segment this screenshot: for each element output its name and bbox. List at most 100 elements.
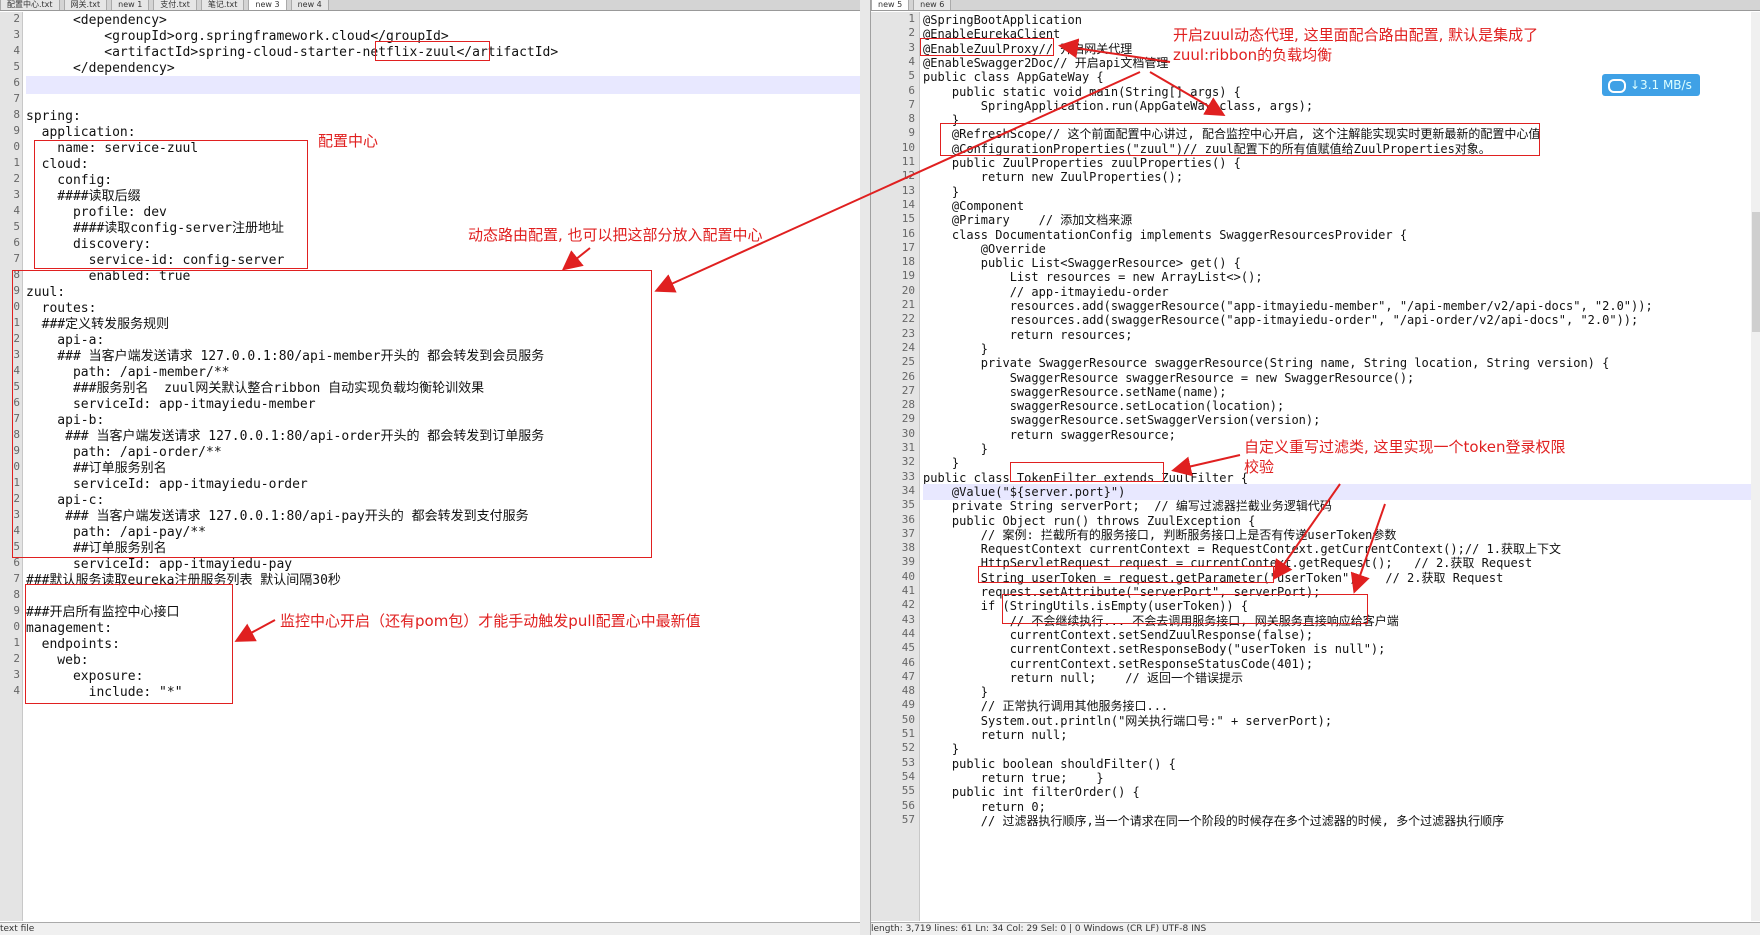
line-number: 31 — [901, 441, 915, 454]
annotation-zuul-proxy-line1: 开启zuul动态代理, 这里面配合路由配置, 默认是集成了 — [1173, 26, 1539, 44]
line-number: 20 — [901, 283, 915, 297]
left-status-text: text file — [0, 924, 35, 934]
speed-text: ↓3.1 MB/s — [1630, 78, 1692, 92]
line-number: 0 — [13, 620, 20, 633]
line-number: 38 — [901, 541, 915, 555]
line-number: 34 — [901, 483, 915, 497]
current-line-highlight — [26, 76, 860, 94]
line-number: 0 — [13, 140, 20, 153]
line-number: 3 — [13, 668, 20, 681]
code-line[interactable]: SpringApplication.run(AppGateWay.class, … — [923, 98, 1313, 114]
line-number: 21 — [901, 298, 915, 311]
right-status-bar: length: 3,719 lines: 61 Ln: 34 Col: 29 S… — [871, 922, 1760, 935]
line-number: 3 — [13, 28, 20, 41]
line-number: 56 — [901, 798, 915, 812]
left-tab[interactable]: new 1 — [111, 0, 150, 10]
line-number: 40 — [901, 569, 915, 583]
annotation-monitor: 监控中心开启（还有pom包）才能手动触发pull配置心中最新值 — [280, 612, 701, 630]
line-number: 30 — [901, 426, 915, 440]
line-number: 33 — [901, 469, 915, 483]
annotation-token-filter-line1: 自定义重写过滤类, 这里实现一个token登录权限 — [1244, 438, 1566, 456]
line-number: 25 — [901, 355, 915, 369]
annotation-dynamic-route: 动态路由配置, 也可以把这部分放入配置中心 — [468, 226, 763, 244]
left-tab[interactable]: 网关.txt — [63, 0, 108, 10]
pane-splitter[interactable] — [860, 0, 870, 935]
line-number: 9 — [908, 126, 915, 140]
line-number: 44 — [901, 626, 915, 640]
highlight-enable-zuul-proxy — [920, 38, 1054, 56]
line-number: 46 — [901, 655, 915, 669]
line-number: 7 — [908, 97, 915, 111]
highlight-netflix-zuul — [375, 41, 490, 61]
highlight-cloud-config — [34, 140, 308, 269]
left-tab[interactable]: new 3 — [248, 0, 287, 10]
line-number: 6 — [13, 76, 20, 89]
line-number: 57 — [901, 812, 915, 826]
right-tab[interactable]: new 5 — [871, 0, 910, 10]
line-number: 1 — [908, 12, 915, 25]
line-number: 8 — [13, 108, 20, 121]
left-status-bar: text file — [0, 922, 860, 935]
code-line[interactable]: // 过滤器执行顺序,当一个请求在同一个阶段的时候存在多个过滤器的时候, 多个过… — [923, 813, 1504, 829]
line-number: 4 — [13, 44, 20, 57]
highlight-user-token — [978, 566, 1274, 583]
line-number: 12 — [901, 169, 915, 183]
line-number: 2 — [13, 652, 20, 665]
line-number: 35 — [901, 498, 915, 512]
line-number: 39 — [901, 555, 915, 569]
highlight-token-filter — [1010, 462, 1164, 482]
line-number: 27 — [901, 383, 915, 397]
line-number: 1 — [13, 636, 20, 649]
line-number: 5 — [13, 60, 20, 73]
line-number: 9 — [13, 604, 20, 617]
left-tab[interactable]: 支付.txt — [153, 0, 197, 10]
line-number: 4 — [13, 684, 20, 697]
line-number: 51 — [901, 727, 915, 740]
line-number: 5 — [908, 69, 915, 83]
line-number: 14 — [901, 197, 915, 211]
line-number: 18 — [901, 255, 915, 269]
line-number: 24 — [901, 340, 915, 354]
line-number: 2 — [13, 12, 20, 25]
line-number: 3 — [908, 40, 915, 54]
line-number: 37 — [901, 526, 915, 540]
line-number: 36 — [901, 512, 915, 526]
line-number: 5 — [13, 220, 20, 233]
line-number: 48 — [901, 684, 915, 698]
line-number: 2 — [908, 26, 915, 40]
line-number: 26 — [901, 369, 915, 383]
line-number: 6 — [13, 236, 20, 249]
line-number: 41 — [901, 584, 915, 597]
line-number: 55 — [901, 784, 915, 798]
line-number: 9 — [13, 124, 20, 137]
line-number: 42 — [901, 598, 915, 612]
network-speed-widget[interactable]: ↓3.1 MB/s — [1602, 74, 1700, 96]
left-tab[interactable]: 配置中心.txt — [0, 0, 60, 10]
line-number: 50 — [901, 712, 915, 726]
code-line[interactable]: return new ZuulProperties(); — [923, 169, 1183, 185]
line-number: 2 — [13, 172, 20, 185]
line-number: 15 — [901, 212, 915, 226]
line-number: 8 — [13, 588, 20, 601]
highlight-is-empty — [1002, 594, 1368, 624]
line-number: 4 — [908, 54, 915, 68]
line-number: 1 — [13, 156, 20, 169]
line-number: 7 — [13, 92, 20, 105]
line-number: 8 — [908, 112, 915, 126]
highlight-management — [25, 584, 233, 704]
scrollbar-thumb[interactable] — [1752, 212, 1760, 332]
annotation-zuul-proxy-line2: zuul:ribbon的负载均衡 — [1173, 46, 1333, 64]
line-number: 32 — [901, 455, 915, 469]
highlight-zuul-routes — [12, 270, 652, 558]
left-tab[interactable]: new 4 — [290, 0, 329, 10]
left-tab-bar[interactable]: 配置中心.txt 网关.txt new 1 支付.txt 笔记.txt new 3 new … — [0, 0, 860, 11]
line-number: 29 — [901, 412, 915, 426]
highlight-refresh-scope — [940, 123, 1540, 156]
line-number: 49 — [901, 698, 915, 712]
left-tab[interactable]: 笔记.txt — [200, 0, 245, 10]
right-tab[interactable]: new 6 — [913, 0, 952, 10]
line-number: 13 — [901, 183, 915, 197]
right-tab-bar[interactable]: new 5 new 6 — [871, 0, 1760, 11]
line-number: 53 — [901, 755, 915, 769]
right-vertical-scrollbar[interactable] — [1751, 12, 1760, 921]
